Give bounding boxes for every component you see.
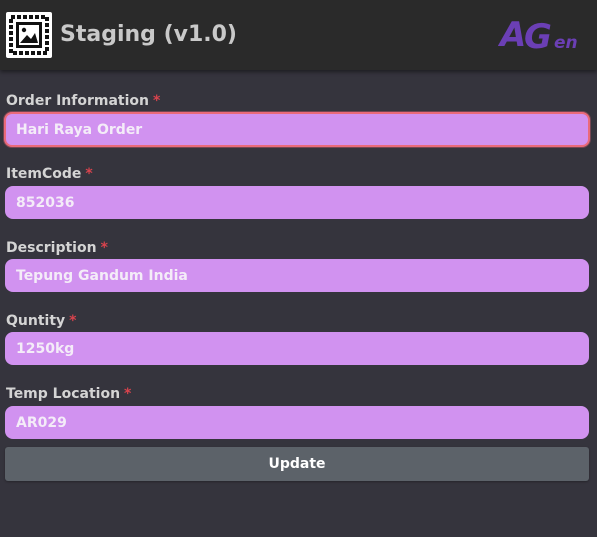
description-label: Description *: [6, 240, 108, 256]
quantity-input[interactable]: [5, 332, 589, 365]
quantity-label: Quntity *: [6, 313, 77, 329]
image-placeholder-icon: [6, 12, 52, 58]
order-information-input[interactable]: [4, 112, 590, 147]
order-information-label: Order Information *: [6, 93, 161, 109]
required-asterisk: *: [69, 313, 77, 329]
svg-text:A: A: [498, 15, 526, 54]
temp-location-label: Temp Location *: [6, 386, 132, 402]
app-title: Staging (v1.0): [60, 22, 237, 47]
svg-text:G: G: [524, 17, 552, 54]
update-button[interactable]: Update: [5, 447, 589, 481]
brand-logo: A G en: [498, 12, 584, 54]
required-asterisk: *: [100, 240, 108, 256]
description-input[interactable]: [5, 259, 589, 292]
required-asterisk: *: [153, 93, 161, 109]
svg-text:en: en: [554, 33, 578, 53]
temp-location-input[interactable]: [5, 406, 589, 439]
required-asterisk: *: [124, 386, 132, 402]
itemcode-input[interactable]: [5, 186, 589, 219]
app-header: Staging (v1.0) A G en: [0, 0, 597, 70]
itemcode-label: ItemCode *: [6, 166, 93, 182]
required-asterisk: *: [85, 166, 93, 182]
